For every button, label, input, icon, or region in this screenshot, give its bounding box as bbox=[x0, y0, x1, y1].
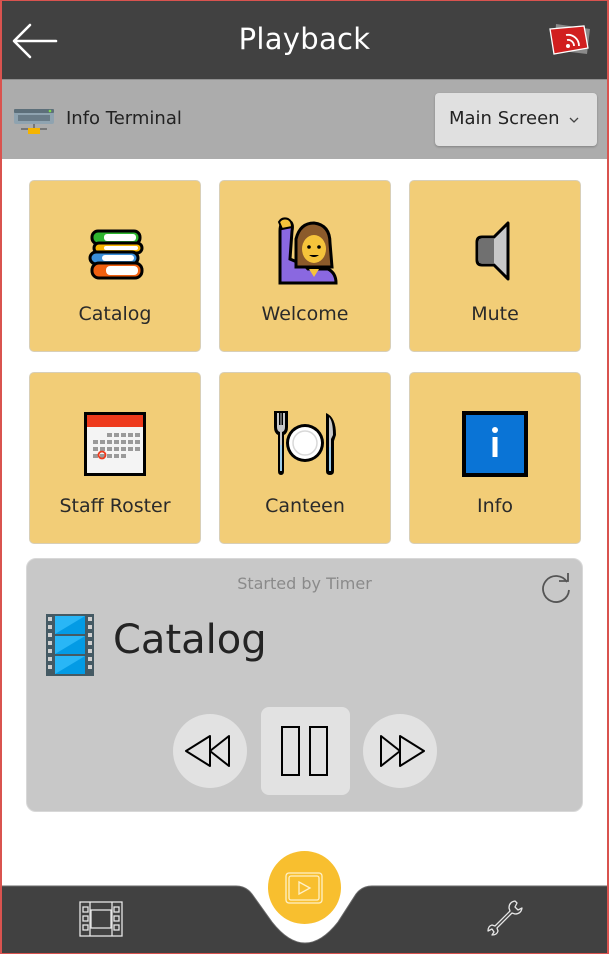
tile-staff-roster[interactable]: Staff Roster bbox=[29, 372, 201, 544]
play-screen-icon bbox=[285, 872, 323, 904]
tile-info[interactable]: Info bbox=[409, 372, 581, 544]
tile-welcome[interactable]: Welcome bbox=[219, 180, 391, 352]
tile-label: Staff Roster bbox=[59, 495, 171, 517]
nav-media-button[interactable] bbox=[78, 900, 124, 938]
screen-select-dropdown[interactable]: Main Screen bbox=[435, 93, 597, 146]
now-playing-panel: Started by Timer Catalog bbox=[26, 558, 583, 812]
pause-button[interactable] bbox=[261, 707, 350, 795]
screen-select-value: Main Screen bbox=[449, 108, 560, 129]
information-icon bbox=[462, 411, 528, 477]
tile-canteen[interactable]: Canteen bbox=[219, 372, 391, 544]
wrench-icon bbox=[487, 900, 523, 936]
cast-button[interactable] bbox=[546, 20, 594, 60]
person-raising-hand-icon bbox=[277, 217, 338, 285]
cast-screen-icon bbox=[549, 24, 590, 55]
tile-catalog[interactable]: Catalog bbox=[29, 180, 201, 352]
device-name: Info Terminal bbox=[66, 108, 182, 129]
tile-label: Canteen bbox=[265, 495, 345, 517]
playback-status: Started by Timer bbox=[237, 574, 372, 593]
playback-fab-button[interactable] bbox=[268, 851, 341, 924]
tile-label: Welcome bbox=[261, 303, 349, 325]
pause-icon bbox=[281, 726, 328, 776]
server-network-icon bbox=[14, 109, 54, 134]
rewind-button[interactable] bbox=[173, 714, 247, 788]
chevron-down-icon bbox=[569, 117, 579, 123]
page-title: Playback bbox=[238, 22, 371, 56]
tile-mute[interactable]: Mute bbox=[409, 180, 581, 352]
film-icon bbox=[79, 901, 123, 937]
now-playing-title: Catalog bbox=[113, 617, 267, 663]
fork-knife-plate-icon bbox=[274, 411, 336, 475]
speaker-mute-icon bbox=[475, 221, 510, 281]
film-strip-icon bbox=[46, 614, 94, 676]
fast-forward-icon bbox=[380, 735, 425, 767]
app-header: Playback bbox=[0, 0, 609, 79]
fast-forward-button[interactable] bbox=[363, 714, 437, 788]
tile-label: Catalog bbox=[78, 303, 152, 325]
rewind-icon bbox=[185, 735, 230, 767]
tile-label: Mute bbox=[471, 303, 519, 325]
nav-settings-button[interactable] bbox=[485, 898, 525, 938]
reload-button[interactable] bbox=[539, 570, 573, 604]
books-icon bbox=[88, 229, 144, 280]
device-bar: Info Terminal Main Screen bbox=[0, 79, 609, 159]
tile-label: Info bbox=[477, 495, 513, 517]
reload-icon bbox=[542, 573, 570, 603]
calendar-icon bbox=[84, 412, 146, 476]
